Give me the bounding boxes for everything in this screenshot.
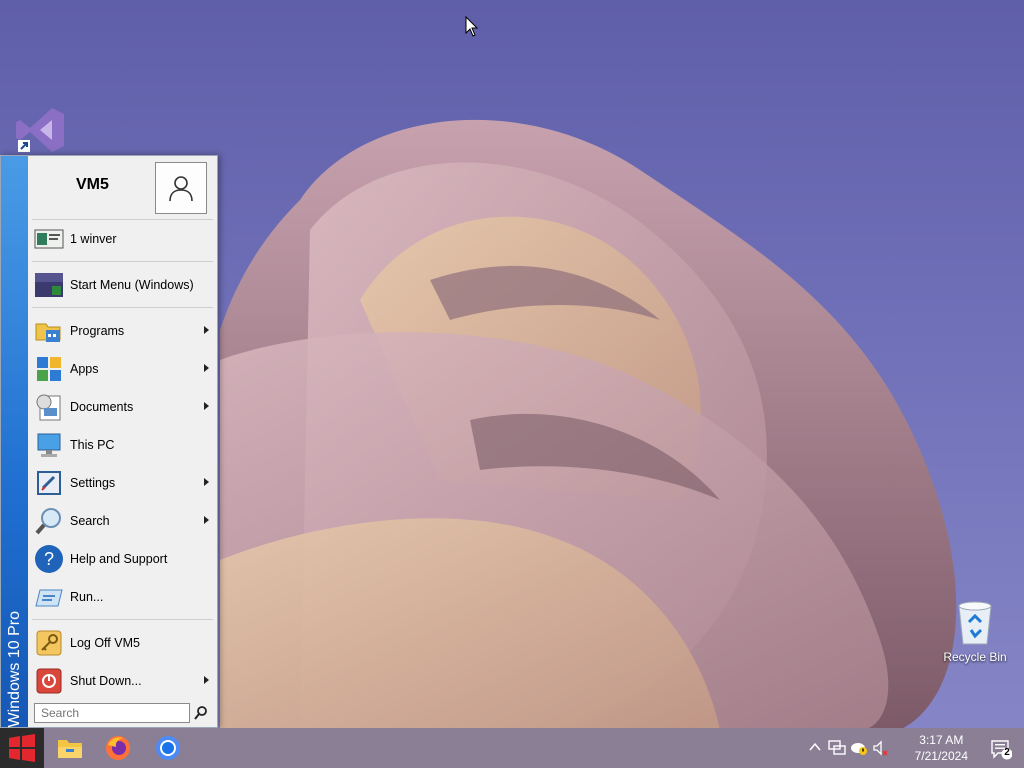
separator [32,619,213,620]
visual-studio-icon [16,108,64,152]
chevron-up-icon[interactable] [808,740,822,754]
menu-item-label: Programs [70,324,125,338]
separator [32,307,213,308]
menu-item-label: Search [70,514,110,528]
banner-text: Windows 10 Pro [5,610,23,728]
start-menu-windows-item[interactable]: Start Menu (Windows) [28,266,217,304]
recycle-bin-shortcut[interactable]: Recycle Bin [940,600,1010,664]
taskbar: 3:17 AM 7/21/2024 2 [0,728,1024,768]
volume-muted-icon[interactable] [872,740,890,756]
security-warning-icon[interactable] [850,740,868,756]
computer-icon [34,430,64,460]
start-menu: Windows 10 Pro VM5 1 winver Start Menu (… [0,155,218,728]
menu-item-label: Documents [70,400,134,414]
pinned-item-label: Start Menu (Windows) [70,278,194,292]
documents-icon [34,392,64,422]
start-menu-body: VM5 1 winver Start Menu (Windows) Progra… [28,156,217,727]
file-explorer-icon [58,740,82,758]
submenu-arrow-icon [204,676,209,684]
visual-studio-shortcut[interactable] [12,104,68,154]
mouse-cursor-icon [465,16,479,37]
menu-item-settings[interactable]: Settings [28,464,217,502]
chrome-icon [156,736,180,760]
clock-date: 7/21/2024 [914,749,968,763]
taskbar-chrome[interactable] [148,732,188,764]
submenu-arrow-icon [204,402,209,410]
menu-item-this-pc[interactable]: This PC [28,426,217,464]
submenu-arrow-icon [204,478,209,486]
network-icon[interactable] [828,740,846,756]
menu-item-label: Help and Support [70,552,168,566]
key-icon [34,628,64,658]
logoff-label: Log Off VM5 [70,636,140,650]
settings-icon [34,468,64,498]
search-button[interactable] [193,705,209,721]
menu-item-label: Apps [70,362,99,376]
submenu-arrow-icon [204,516,209,524]
firefox-icon [106,736,130,760]
submenu-arrow-icon [204,364,209,372]
menu-item-label: This PC [70,438,115,452]
user-name: VM5 [76,176,109,193]
action-center-button[interactable]: 2 [990,738,1013,760]
recycle-bin-label: Recycle Bin [943,650,1007,664]
submenu-arrow-icon [204,326,209,334]
user-avatar[interactable] [155,162,207,214]
start-button[interactable] [0,728,44,768]
user-icon [169,176,193,202]
taskbar-firefox[interactable] [98,732,138,764]
logoff-button[interactable]: Log Off VM5 [28,624,217,662]
separator [32,261,213,262]
recycle-bin-icon [955,600,995,646]
shutdown-label: Shut Down... [70,674,142,688]
user-header: VM5 [32,156,213,220]
svg-text:?: ? [44,549,54,569]
clock[interactable]: 3:17 AM 7/21/2024 [915,732,968,764]
windows-logo-icon [9,734,35,762]
search-input[interactable] [34,703,190,723]
recent-item-label: 1 winver [70,232,117,246]
menu-item-search[interactable]: Search [28,502,217,540]
programs-icon [34,316,64,346]
notification-count: 2 [1004,747,1010,758]
menu-item-label: Settings [70,476,116,490]
run-icon [34,582,64,612]
shutdown-button[interactable]: Shut Down... [28,662,217,700]
menu-item-help[interactable]: ? Help and Support [28,540,217,578]
menu-item-run[interactable]: Run... [28,578,217,616]
menu-item-programs[interactable]: Programs [28,312,217,350]
search-icon [34,506,64,536]
winver-icon [34,224,64,254]
magnifier-icon [194,706,207,720]
power-icon [34,666,64,696]
menu-item-documents[interactable]: Documents [28,388,217,426]
menu-item-apps[interactable]: Apps [28,350,217,388]
clock-time: 3:17 AM [919,733,964,747]
help-icon: ? [34,544,64,574]
taskbar-file-explorer[interactable] [50,732,90,764]
menu-item-label: Run... [70,590,104,604]
apps-icon [34,354,64,384]
start-menu-banner: Windows 10 Pro [1,156,28,727]
start-menu-windows-icon [34,270,64,300]
recent-item-winver[interactable]: 1 winver [28,220,217,258]
